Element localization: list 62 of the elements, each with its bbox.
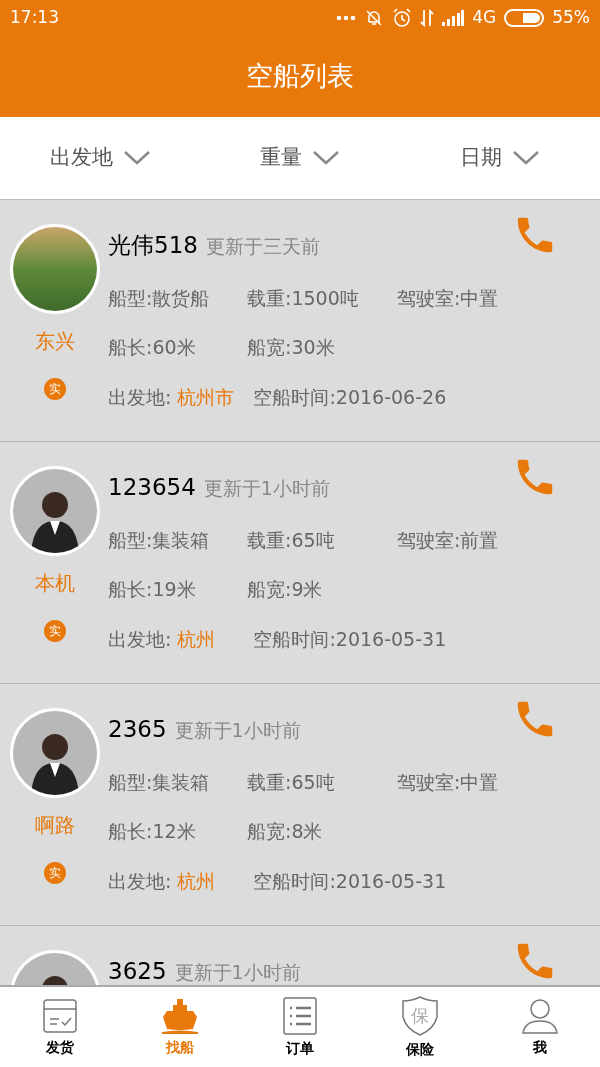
- ship-spec: 船长:60米: [108, 335, 197, 360]
- contact-name: 东兴: [35, 328, 75, 355]
- empty-date: 空船时间:2016-05-31: [253, 626, 447, 652]
- origin-city: 杭州市: [177, 384, 236, 410]
- nav-tab[interactable]: 订单: [240, 987, 360, 1067]
- verified-badge: 实: [44, 378, 66, 400]
- ship-name: 3625: [108, 957, 167, 985]
- ship-spec: 船宽:8米: [247, 819, 324, 844]
- chevron-down-icon: [122, 150, 151, 166]
- update-time: 更新于1小时前: [174, 718, 301, 743]
- ship-name: 123654: [108, 473, 196, 502]
- data-arrows-icon: [420, 9, 435, 27]
- ship-spec: 船宽:9米: [247, 577, 324, 602]
- update-time: 更新于1小时前: [203, 476, 330, 501]
- ship-spec: 驾驶室:前置: [397, 527, 499, 553]
- nav-tab[interactable]: 我: [480, 987, 600, 1067]
- person-icon: [521, 996, 559, 1035]
- more-icon: [336, 15, 357, 21]
- filter-dropdown[interactable]: 重量: [200, 142, 400, 174]
- ship-spec: 载重:1500吨: [247, 285, 360, 311]
- ship-spec: 船型:散货船: [108, 285, 211, 311]
- empty-date: 空船时间:2016-06-26: [253, 384, 447, 410]
- shield-icon: 保: [400, 994, 440, 1037]
- ship-name: 2365: [108, 715, 167, 744]
- chevron-down-icon: [512, 150, 540, 166]
- ship-spec: 船长:19米: [108, 577, 197, 602]
- filter-dropdown[interactable]: 日期: [400, 142, 600, 174]
- ship-name: 光伟518: [108, 231, 198, 260]
- contact-name: 啊路: [35, 812, 75, 839]
- ship-icon: [160, 996, 200, 1035]
- ship-spec: 船型:集装箱: [108, 769, 211, 795]
- battery-percent: 55%: [552, 6, 590, 30]
- origin-label: 出发地:: [108, 384, 172, 410]
- ship-spec: 船长:12米: [108, 819, 197, 844]
- verified-badge: 实: [44, 620, 66, 642]
- box-icon: [41, 996, 79, 1035]
- signal-icon: [442, 10, 465, 26]
- nav-tab[interactable]: 保 保险: [360, 987, 480, 1067]
- origin-city: 杭州: [177, 868, 217, 894]
- alarm-icon: [392, 8, 413, 28]
- status-time: 17:13: [10, 6, 59, 30]
- nav-tab[interactable]: 发货: [0, 987, 120, 1067]
- update-time: 更新于三天前: [205, 234, 320, 259]
- origin-label: 出发地:: [108, 868, 172, 894]
- origin-city: 杭州: [177, 626, 217, 652]
- ship-spec: 驾驶室:中置: [397, 769, 499, 795]
- ship-spec: 驾驶室:中置: [397, 285, 499, 311]
- filter-dropdown[interactable]: 出发地: [0, 142, 200, 174]
- battery-icon: [504, 9, 545, 27]
- chevron-down-icon: [312, 150, 340, 166]
- update-time: 更新于1小时前: [174, 960, 301, 985]
- ship-spec: 载重:65吨: [247, 527, 336, 553]
- list-icon: [282, 995, 318, 1036]
- ship-spec: 船宽:30米: [247, 335, 336, 360]
- empty-date: 空船时间:2016-05-31: [253, 868, 447, 894]
- ship-spec: 载重:65吨: [247, 769, 336, 795]
- network-type: 4G: [472, 6, 497, 30]
- verified-badge: 实: [44, 862, 66, 884]
- ship-spec: 船型:集装箱: [108, 527, 211, 553]
- page-title: 空船列表: [246, 59, 354, 94]
- origin-label: 出发地:: [108, 626, 172, 652]
- contact-name: 本机: [35, 570, 75, 597]
